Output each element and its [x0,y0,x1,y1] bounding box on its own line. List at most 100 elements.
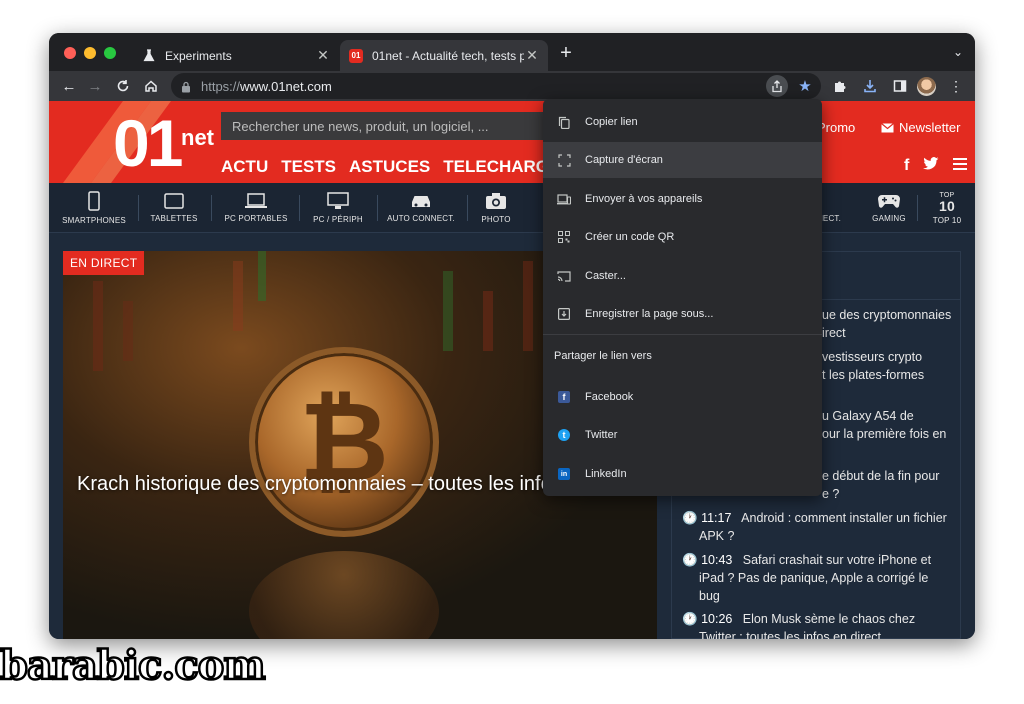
news-item[interactable]: vestisseurs crypto t les plates-formes [822,348,924,384]
news-text: t les plates-formes [822,368,925,382]
maximize-window-button[interactable] [104,47,116,59]
category-tablettes[interactable]: TABLETTES [144,183,204,233]
main-nav: ACTU TESTS ASTUCES TELECHARGER [221,157,573,177]
news-time: 10:43 [701,553,733,567]
menu-item-copy-link[interactable]: Copier lien [543,104,822,140]
minimize-window-button[interactable] [84,47,96,59]
menu-item-save-page[interactable]: Enregistrer la page sous... [543,296,822,332]
category-auto-connect[interactable]: AUTO CONNECT. [383,183,459,233]
category-gaming[interactable]: GAMING [867,183,911,233]
reload-icon[interactable] [113,76,133,96]
category-bar: SMARTPHONES TABLETTES PC PORTABLES PC / … [49,183,975,233]
news-text: Twitter : toutes les infos en direct [699,630,882,639]
category-smartphones[interactable]: SMARTPHONES [59,183,129,233]
menu-divider [543,334,822,335]
newsletter-label: Newsletter [899,120,961,135]
profile-avatar[interactable] [917,77,936,96]
menu-item-label: Capture d'écran [585,154,663,166]
save-page-icon [557,307,571,321]
car-icon [412,196,430,207]
close-tab-icon[interactable]: ✕ [315,47,331,64]
logo-text: 01 [113,106,183,180]
news-item[interactable]: ue des cryptomonnaies irect [822,306,951,342]
twitter-icon[interactable] [923,157,939,175]
news-text: bug [699,589,720,603]
menu-item-linkedin[interactable]: in LinkedIn [543,456,822,492]
tab-title: Experiments [165,48,232,63]
site-search-input[interactable]: Rechercher une news, produit, un logicie… [221,112,549,140]
devices-icon [557,192,571,206]
divider [917,195,918,221]
twitter-icon-wrap: t [557,428,571,442]
twitter-icon: t [558,429,570,441]
news-text: vestisseurs crypto [822,350,923,364]
camera-icon [486,193,506,209]
hero-headline[interactable]: Krach historique des cryptomonnaies – to… [77,473,552,496]
news-item[interactable]: 🕐 10:26 Elon Musk sème le chaos chez Twi… [682,610,957,639]
category-label: PHOTO [481,215,511,224]
share-icon [772,79,782,92]
new-tab-button[interactable]: + [557,43,575,63]
browser-toolbar: ← → https://www.01net.com ★ ⋮ [49,71,975,101]
facebook-icon[interactable]: f [904,157,909,175]
menu-item-label: Caster... [585,270,626,282]
address-bar[interactable]: https://www.01net.com ★ [171,73,821,99]
nav-actu[interactable]: ACTU [221,157,268,177]
menu-item-qr-code[interactable]: Créer un code QR [543,219,822,255]
clock-icon: 🕐 [682,511,698,525]
back-arrow-icon[interactable]: ← [59,76,79,96]
nav-astuces[interactable]: ASTUCES [349,157,430,177]
menu-item-label: Créer un code QR [585,231,675,243]
site-logo[interactable]: 01 net [63,101,214,183]
news-item[interactable]: u Galaxy A54 de our la première fois en [822,407,946,443]
menu-item-cast[interactable]: Caster... [543,258,822,294]
category-label: PC / PÉRIPH [313,215,363,224]
tab-title: 01net - Actualité tech, tests pr [372,48,524,63]
top10-badge-num: 10 [939,198,955,214]
promo-link[interactable]: Promo [817,120,855,135]
menu-item-label: Copier lien [585,116,638,128]
nav-tests[interactable]: TESTS [281,157,336,177]
menu-item-send-to-devices[interactable]: Envoyer à vos appareils [543,181,822,217]
bookmark-star-icon[interactable]: ★ [795,76,815,96]
more-vertical-icon[interactable]: ⋮ [946,76,966,96]
url-text[interactable]: https://www.01net.com [201,79,332,94]
divider [211,195,212,221]
close-window-button[interactable] [64,47,76,59]
tab-experiments[interactable]: Experiments ✕ [133,40,339,71]
category-photo[interactable]: PHOTO [473,183,519,233]
newsletter-link[interactable]: Newsletter [881,120,960,135]
menu-item-screenshot[interactable]: Capture d'écran [543,142,822,178]
site-header: 01 net Rechercher une news, produit, un … [49,101,975,183]
news-text: Elon Musk sème le chaos chez [742,612,916,626]
facebook-icon: f [558,391,570,403]
forward-arrow-icon[interactable]: → [85,76,105,96]
divider [467,195,468,221]
category-pc-periph[interactable]: PC / PÉRIPH [305,183,371,233]
news-item[interactable]: 🕐 11:17 Android : comment installer un f… [682,509,957,545]
menu-item-facebook[interactable]: f Facebook [543,379,822,415]
news-text: Safari crashait sur votre iPhone et [742,553,932,567]
qr-code-icon [557,230,571,244]
side-panel-icon[interactable] [890,76,910,96]
browser-window: Experiments ✕ 01 01net - Actualité tech,… [49,33,975,639]
top10-icon: TOP 10 [939,191,955,213]
hamburger-menu-icon[interactable] [953,157,968,175]
news-item[interactable]: 🕐 10:43 Safari crashait sur votre iPhone… [682,551,957,605]
tab-search-chevron-icon[interactable]: ⌄ [953,45,963,59]
share-menu: Copier lien Capture d'écran Envoyer à vo… [543,99,822,496]
download-icon[interactable] [860,76,880,96]
menu-item-label: Enregistrer la page sous... [585,308,714,320]
share-button[interactable] [766,75,788,97]
category-pc-portables[interactable]: PC PORTABLES [217,183,295,233]
copy-icon [557,115,571,129]
close-tab-icon[interactable]: ✕ [524,47,540,64]
lock-icon[interactable] [181,80,191,98]
menu-item-twitter[interactable]: t Twitter [543,417,822,453]
tab-01net[interactable]: 01 01net - Actualité tech, tests pr ✕ [340,40,548,71]
home-icon[interactable] [141,76,161,96]
news-item[interactable]: e début de la fin pour e ? [822,467,939,503]
extensions-puzzle-icon[interactable] [830,76,850,96]
category-label: SMARTPHONES [62,216,126,225]
category-top10[interactable]: TOP 10 TOP 10 [925,183,969,233]
